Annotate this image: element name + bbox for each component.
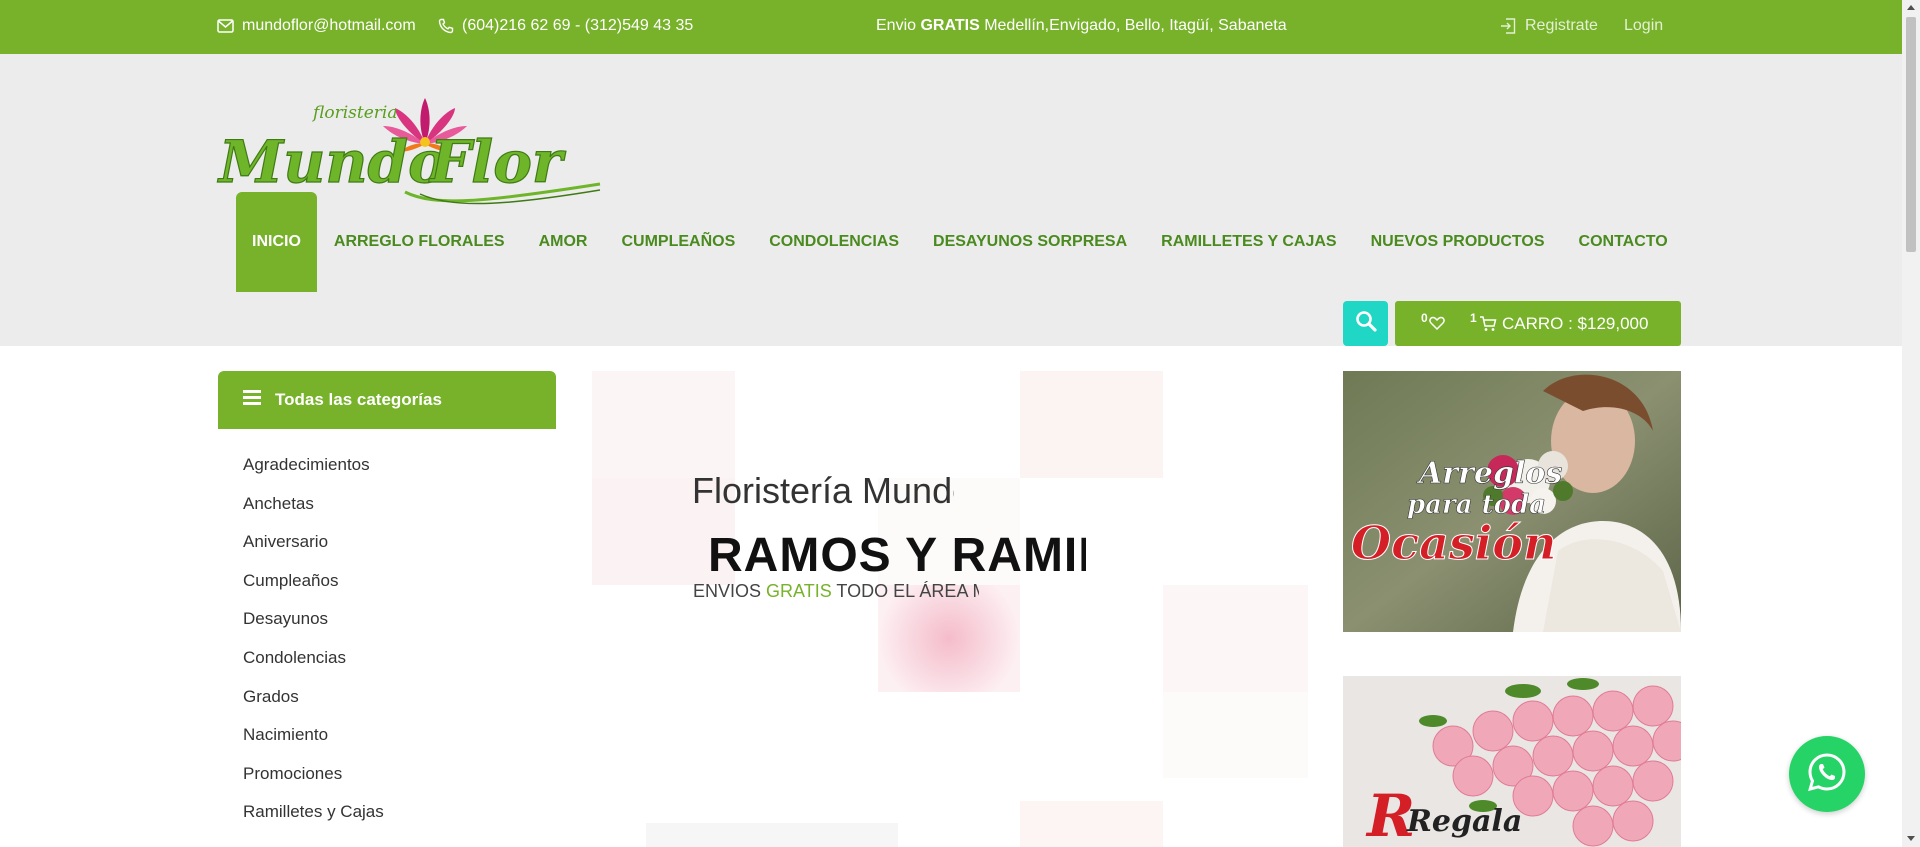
slide-tile (1163, 585, 1308, 692)
nav-desayunos-sorpresa[interactable]: DESAYUNOS SORPRESA (916, 192, 1144, 292)
slide-sub-green: GRATIS (766, 581, 832, 601)
phone-icon (438, 18, 454, 34)
phone-text: (604)216 62 69 - (312)549 43 35 (462, 17, 694, 34)
email-link[interactable]: mundoflor@hotmail.com (217, 17, 416, 35)
slide-tile (646, 823, 898, 847)
nav-condolencias[interactable]: CONDOLENCIAS (752, 192, 916, 292)
slide-sub-prefix: ENVIOS (693, 581, 762, 601)
login-label: Login (1624, 17, 1664, 34)
scroll-down-arrow[interactable] (1907, 836, 1915, 841)
hero-slider[interactable] (592, 371, 1308, 847)
logo-word2: Flor (428, 128, 567, 196)
category-item[interactable]: Condolencias (243, 646, 556, 685)
shipping-bold: GRATIS (920, 17, 980, 34)
shipping-rest: Medellín,Envigado, Bello, Itagüí, Sabane… (984, 17, 1287, 34)
category-item[interactable]: Agradecimientos (243, 453, 556, 492)
scroll-thumb[interactable] (1906, 17, 1916, 252)
header: floristeria Mundo Flor INICIO ARREGLO FL… (0, 54, 1902, 346)
category-item[interactable]: Grados (243, 685, 556, 724)
shipping-prefix: Envio (876, 17, 917, 34)
nav-inicio[interactable]: INICIO (236, 192, 317, 292)
slide-tile (1020, 801, 1163, 847)
nav-cumpleanos[interactable]: CUMPLEAÑOS (604, 192, 752, 292)
nav-amor[interactable]: AMOR (522, 192, 605, 292)
category-item[interactable]: Aniversario (243, 530, 556, 569)
page-scrollbar[interactable] (1902, 0, 1920, 847)
whatsapp-icon (1806, 751, 1848, 798)
slide-sub-rest: TODO EL ÁREA METROPOLITANA (836, 581, 979, 601)
categories-title: Todas las categorías (275, 390, 442, 409)
banner-arreglos[interactable]: Arreglos para toda Ocasión (1343, 371, 1681, 632)
nav-nuevos-productos[interactable]: NUEVOS PRODUCTOS (1354, 192, 1562, 292)
categories-header[interactable]: Todas las categorías (218, 371, 556, 429)
main-nav: INICIO ARREGLO FLORALES AMOR CUMPLEAÑOS … (236, 192, 1685, 292)
nav-arreglo-florales[interactable]: ARREGLO FLORALES (317, 192, 522, 292)
register-label: Registrate (1525, 17, 1598, 34)
banner2-line1: Regala (1406, 804, 1522, 839)
banner-regala[interactable]: R Regala (1343, 676, 1681, 847)
category-item[interactable]: Anchetas (243, 492, 556, 531)
category-item[interactable]: Nacimiento (243, 723, 556, 762)
wishlist-link[interactable]: 0 (1421, 311, 1445, 336)
logo-small-text: floristeria (311, 103, 397, 123)
email-text: mundoflor@hotmail.com (242, 17, 416, 34)
banner1-line1: Arreglos (1416, 456, 1562, 491)
slide-tile (592, 371, 735, 478)
top-bar: mundoflor@hotmail.com (604)216 62 69 - (… (0, 0, 1902, 54)
banner1-line3: Ocasión (1351, 516, 1556, 570)
slide-headline: RAMOS Y RAMILLETES (708, 529, 1086, 582)
scroll-up-arrow[interactable] (1907, 5, 1915, 10)
categories-list: Agradecimientos Anchetas Aniversario Cum… (218, 429, 556, 839)
cart-icon (1479, 311, 1497, 338)
cart-count-wrap: 1 (1470, 311, 1497, 338)
slide-tile (1163, 692, 1308, 778)
heart-icon (1428, 311, 1445, 336)
search-button[interactable] (1343, 301, 1388, 346)
cart-total-label: CARRO : $129,000 (1502, 314, 1649, 333)
cart-button[interactable]: 0 1 CARRO : $129,000 (1395, 301, 1681, 346)
whatsapp-button[interactable] (1789, 736, 1865, 812)
login-link[interactable]: Login (1624, 17, 1663, 35)
slide-tile (1020, 371, 1163, 478)
category-item[interactable]: Desayunos (243, 607, 556, 646)
register-link[interactable]: Registrate (1499, 17, 1598, 35)
shipping-notice: Envio GRATIS Medellín,Envigado, Bello, I… (876, 17, 1287, 35)
category-item[interactable]: Cumpleaños (243, 569, 556, 608)
category-item[interactable]: Ramilletes y Cajas (243, 800, 556, 839)
wishlist-count: 0 (1421, 311, 1428, 325)
menu-bars-icon (243, 390, 261, 410)
categories-panel: Todas las categorías Agradecimientos Anc… (218, 371, 556, 847)
search-icon (1355, 310, 1377, 337)
cart-count: 1 (1470, 311, 1477, 325)
envelope-icon (217, 19, 234, 33)
nav-contacto[interactable]: CONTACTO (1562, 192, 1685, 292)
category-item[interactable]: Promociones (243, 762, 556, 801)
logo-word1: Mundo (217, 128, 447, 196)
slide-subtitle: ENVIOS GRATIS TODO EL ÁREA METROPOLITANA (693, 581, 979, 602)
slide-title: Floristería Mundo Flor (692, 470, 954, 511)
nav-ramilletes-y-cajas[interactable]: RAMILLETES Y CAJAS (1144, 192, 1353, 292)
login-icon (1499, 17, 1517, 35)
phone-link[interactable]: (604)216 62 69 - (312)549 43 35 (438, 17, 693, 35)
